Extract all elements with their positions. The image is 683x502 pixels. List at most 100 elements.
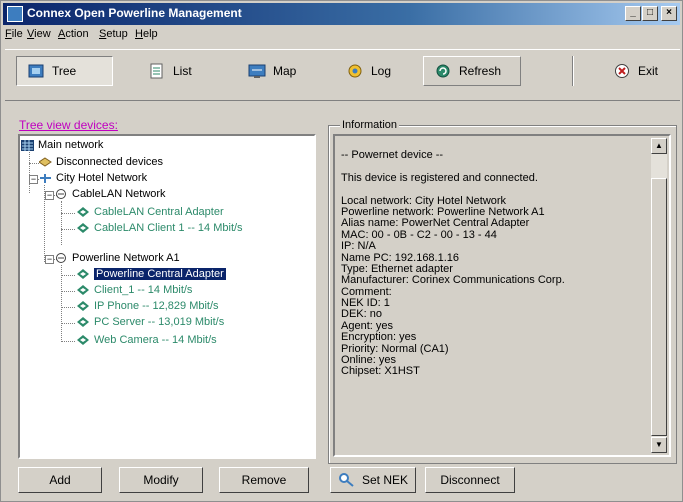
- remove-button[interactable]: Remove: [219, 467, 309, 493]
- map-view-button[interactable]: Map: [238, 56, 324, 86]
- tree-node-label: Client_1 -- 14 Mbit/s: [94, 284, 193, 296]
- toolbar-separator: [572, 56, 574, 86]
- exit-button[interactable]: Exit: [603, 56, 673, 86]
- device-icon: [77, 284, 89, 295]
- add-button[interactable]: Add: [18, 467, 102, 493]
- scroll-up-button[interactable]: ▲: [651, 138, 667, 154]
- tree-connector: [29, 163, 39, 164]
- info-scrollbar[interactable]: ▲ ▼: [651, 138, 667, 453]
- subnet-icon: [56, 188, 66, 199]
- info-line: MAC: 00 - 0B - C2 - 00 - 13 - 44: [341, 228, 497, 241]
- tree-node-powerline-network[interactable]: Powerline Network A1: [55, 252, 180, 264]
- tree-node-web-camera[interactable]: Web Camera -- 14 Mbit/s: [77, 334, 217, 346]
- set-nek-button[interactable]: Set NEK: [330, 467, 416, 493]
- app-icon: [7, 6, 23, 22]
- tree-node-cablelan-adapter[interactable]: CableLAN Central Adapter: [77, 206, 224, 218]
- log-view-label: Log: [371, 64, 392, 78]
- tree-node-label: Main network: [38, 139, 104, 151]
- tree-icon: [28, 64, 44, 78]
- close-button[interactable]: ×: [661, 6, 677, 21]
- menu-file[interactable]: File: [5, 28, 23, 40]
- window-title: Connex Open Powerline Management: [27, 6, 242, 20]
- tree-node-label: City Hotel Network: [56, 172, 148, 184]
- info-line: -- Powernet device --: [341, 149, 444, 161]
- expand-toggle[interactable]: −: [45, 191, 54, 200]
- tree-node-pc-server[interactable]: PC Server -- 13,019 Mbit/s: [77, 316, 224, 328]
- network-grid-icon: [21, 139, 34, 151]
- device-icon: [77, 300, 89, 311]
- tree-connector: [61, 213, 75, 214]
- tree-node-label: Disconnected devices: [56, 156, 164, 168]
- menu-view[interactable]: View: [27, 28, 51, 40]
- refresh-label: Refresh: [459, 64, 502, 78]
- device-icon: [77, 206, 89, 217]
- expand-toggle[interactable]: −: [45, 255, 54, 264]
- tree-node-powerline-adapter[interactable]: Powerline Central Adapter: [77, 268, 226, 280]
- tree-node-label: CableLAN Network: [72, 188, 166, 200]
- tree-connector: [61, 323, 75, 324]
- tree-node-main-network[interactable]: Main network: [21, 139, 103, 151]
- info-line: NEK ID: 1: [341, 297, 390, 310]
- information-legend: Information: [340, 119, 400, 131]
- tree-node-disconnected[interactable]: Disconnected devices: [39, 156, 163, 168]
- tree-view-button[interactable]: Tree: [16, 56, 113, 86]
- toolbar: Tree List Map Log Refresh Exit: [5, 49, 680, 101]
- tree-connector: [61, 291, 75, 292]
- scroll-down-button[interactable]: ▼: [651, 437, 667, 453]
- tree-connector: [61, 341, 75, 342]
- exit-label: Exit: [638, 64, 659, 78]
- device-icon: [77, 222, 89, 233]
- tree-node-city-hotel[interactable]: City Hotel Network: [39, 172, 147, 184]
- network-icon: [40, 173, 51, 183]
- tree-connector: [61, 265, 62, 342]
- device-icon: [77, 316, 89, 327]
- set-nek-label: Set NEK: [361, 473, 409, 487]
- minimize-button[interactable]: _: [625, 6, 641, 21]
- tree-connector: [61, 307, 75, 308]
- tree-node-label: Web Camera -- 14 Mbit/s: [94, 334, 217, 346]
- disconnect-button[interactable]: Disconnect: [425, 467, 515, 493]
- tree-node-cablelan-network[interactable]: CableLAN Network: [55, 188, 166, 200]
- menu-setup[interactable]: Setup: [99, 28, 128, 40]
- device-icon: [77, 334, 89, 345]
- tree-node-label: PC Server -- 13,019 Mbit/s: [94, 316, 225, 328]
- map-icon: [248, 64, 266, 78]
- tree-connector: [61, 229, 75, 230]
- information-text: -- Powernet device -- This device is reg…: [341, 149, 641, 378]
- subnet-icon: [56, 252, 66, 263]
- map-view-label: Map: [273, 64, 297, 78]
- tree-connector: [29, 149, 30, 193]
- maximize-button[interactable]: □: [642, 6, 658, 21]
- tree-node-cablelan-client[interactable]: CableLAN Client 1 -- 14 Mbit/s: [77, 222, 243, 234]
- log-view-button[interactable]: Log: [336, 56, 416, 86]
- tree-node-label: CableLAN Client 1 -- 14 Mbit/s: [94, 222, 243, 234]
- info-line: Chipset: X1HST: [341, 365, 420, 378]
- modify-button[interactable]: Modify: [119, 467, 203, 493]
- tree-node-client1[interactable]: Client_1 -- 14 Mbit/s: [77, 284, 192, 296]
- menu-action[interactable]: Action: [58, 28, 89, 40]
- refresh-button[interactable]: Refresh: [423, 56, 521, 86]
- info-line: This device is registered and connected.: [341, 171, 538, 184]
- tree-node-label: IP Phone -- 12,829 Mbit/s: [94, 300, 219, 312]
- scroll-thumb[interactable]: [651, 178, 667, 436]
- information-textbox[interactable]: -- Powernet device -- This device is reg…: [333, 134, 671, 457]
- info-line: Manufacturer: Corinex Communications Cor…: [341, 274, 565, 287]
- menu-bar: File View Action Setup Help: [3, 26, 680, 44]
- tree-node-label: Powerline Network A1: [72, 252, 180, 264]
- exit-icon: [615, 64, 629, 78]
- tree-view-heading: Tree view devices:: [19, 118, 118, 132]
- tree-node-ip-phone[interactable]: IP Phone -- 12,829 Mbit/s: [77, 300, 219, 312]
- title-bar[interactable]: Connex Open Powerline Management _ □ ×: [3, 3, 680, 25]
- device-icon: [39, 156, 52, 167]
- info-line: Encryption: yes: [341, 331, 417, 344]
- list-view-button[interactable]: List: [138, 56, 218, 86]
- list-view-label: List: [173, 64, 192, 78]
- info-line: IP: N/A: [341, 240, 376, 253]
- device-tree[interactable]: − − − Main network Disconnected devices …: [18, 134, 316, 459]
- refresh-icon: [436, 64, 450, 78]
- expand-toggle[interactable]: −: [29, 175, 38, 184]
- tree-view-label: Tree: [52, 64, 77, 78]
- tree-node-label: CableLAN Central Adapter: [94, 206, 224, 218]
- device-icon: [77, 268, 89, 279]
- menu-help[interactable]: Help: [135, 28, 158, 40]
